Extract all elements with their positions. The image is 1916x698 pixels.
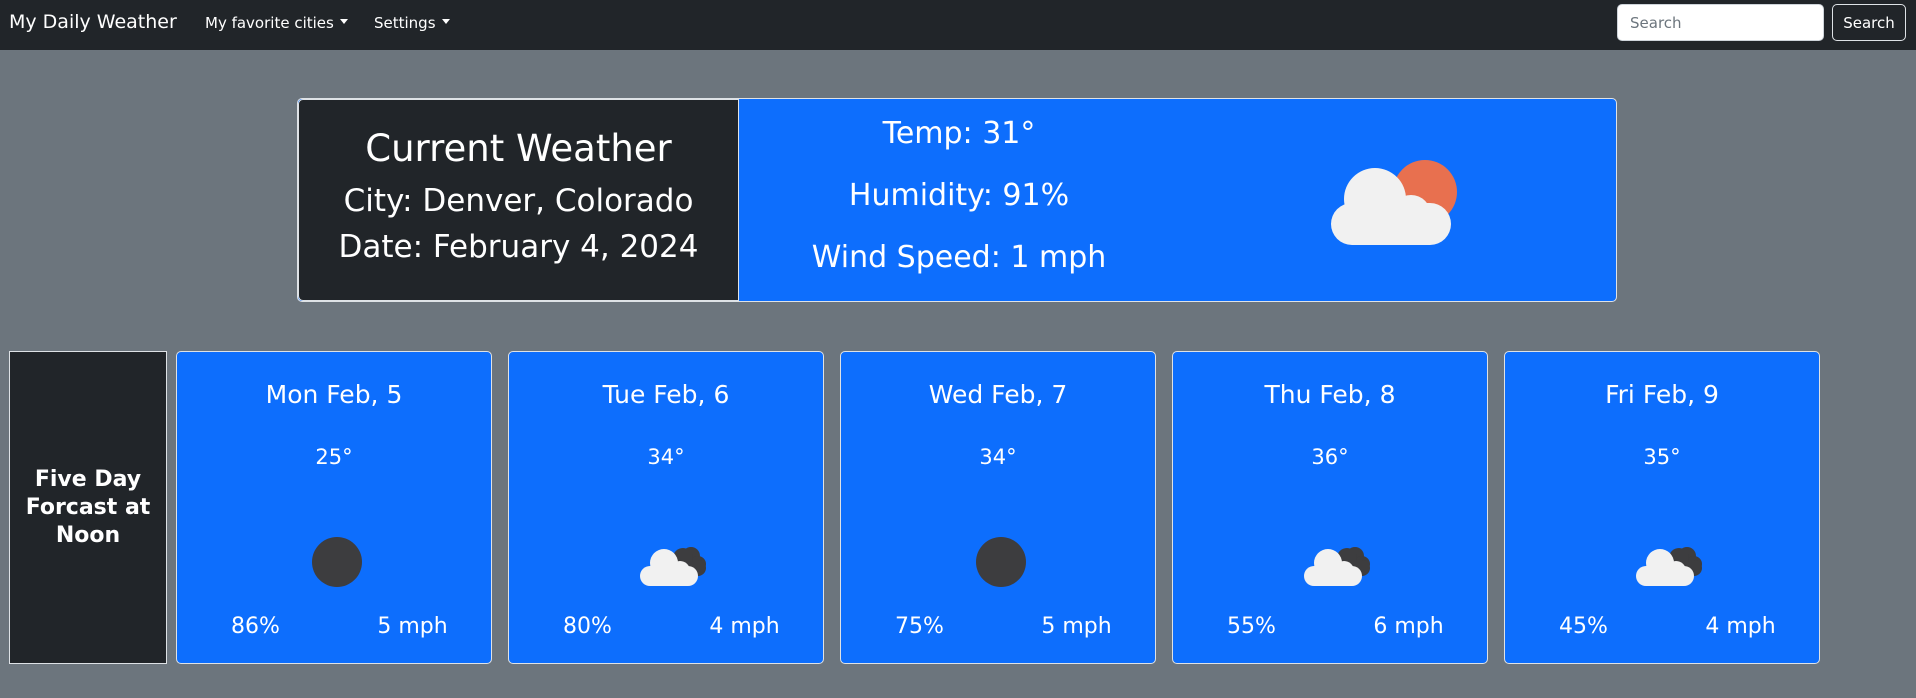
forecast-wind: 5 mph: [377, 614, 448, 639]
broken-clouds-icon: [640, 547, 706, 586]
current-temp: Temp: 31°: [882, 116, 1036, 151]
chevron-down-icon: [339, 19, 348, 24]
current-wind-speed: Wind Speed: 1 mph: [811, 240, 1107, 275]
forecast-humidity: 45%: [1559, 614, 1608, 639]
forecast-date: Thu Feb, 8: [1264, 380, 1396, 409]
current-city: City: Denver, Colorado: [343, 183, 694, 219]
five-day-forecast-label: Five Day Forcast at Noon: [9, 351, 167, 664]
forecast-card: Thu Feb, 8 36° 55% 6 mph: [1172, 351, 1488, 664]
forecast-date: Wed Feb, 7: [928, 380, 1068, 409]
current-date: Date: February 4, 2024: [338, 229, 699, 265]
forecast-card: Mon Feb, 5 25° 86% 5 mph: [176, 351, 492, 664]
search-input[interactable]: [1617, 4, 1824, 41]
forecast-humidity: 55%: [1227, 614, 1276, 639]
forecast-temp: 35°: [1643, 445, 1681, 469]
forecast-wind: 4 mph: [1705, 614, 1776, 639]
navbar: My Daily Weather My favorite cities Sett…: [0, 0, 1916, 50]
forecast-humidity: 80%: [563, 614, 612, 639]
forecast-date: Mon Feb, 5: [265, 380, 403, 409]
search-button[interactable]: Search: [1832, 4, 1906, 41]
dark-circle-icon: [312, 537, 362, 587]
nav-settings-label: Settings: [374, 14, 436, 32]
dark-circle-icon: [976, 537, 1026, 587]
forecast-temp: 36°: [1311, 445, 1349, 469]
current-humidity: Humidity: 91%: [848, 178, 1070, 213]
forecast-temp: 34°: [647, 445, 685, 469]
forecast-wind: 4 mph: [709, 614, 780, 639]
chevron-down-icon: [441, 19, 450, 24]
forecast-temp: 34°: [979, 445, 1017, 469]
forecast-date: Tue Feb, 6: [602, 380, 730, 409]
current-weather-header: Current Weather City: Denver, Colorado D…: [298, 99, 739, 301]
nav-favorite-cities-dropdown[interactable]: My favorite cities: [205, 14, 348, 32]
forecast-humidity: 75%: [895, 614, 944, 639]
nav-settings-dropdown[interactable]: Settings: [374, 14, 450, 32]
partly-cloudy-day-icon: [1331, 160, 1457, 245]
broken-clouds-icon: [1636, 547, 1702, 586]
broken-clouds-icon: [1304, 547, 1370, 586]
nav-favorite-cities-label: My favorite cities: [205, 14, 334, 32]
forecast-wind: 6 mph: [1373, 614, 1444, 639]
forecast-humidity: 86%: [231, 614, 280, 639]
forecast-date: Fri Feb, 9: [1605, 380, 1719, 409]
forecast-card: Tue Feb, 6 34° 80% 4 mph: [508, 351, 824, 664]
forecast-wind: 5 mph: [1041, 614, 1112, 639]
current-weather-card: Current Weather City: Denver, Colorado D…: [297, 98, 1617, 302]
current-weather-title: Current Weather: [365, 127, 672, 170]
forecast-temp: 25°: [315, 445, 353, 469]
forecast-card: Fri Feb, 9 35° 45% 4 mph: [1504, 351, 1820, 664]
brand-title[interactable]: My Daily Weather: [9, 11, 177, 33]
forecast-card: Wed Feb, 7 34° 75% 5 mph: [840, 351, 1156, 664]
